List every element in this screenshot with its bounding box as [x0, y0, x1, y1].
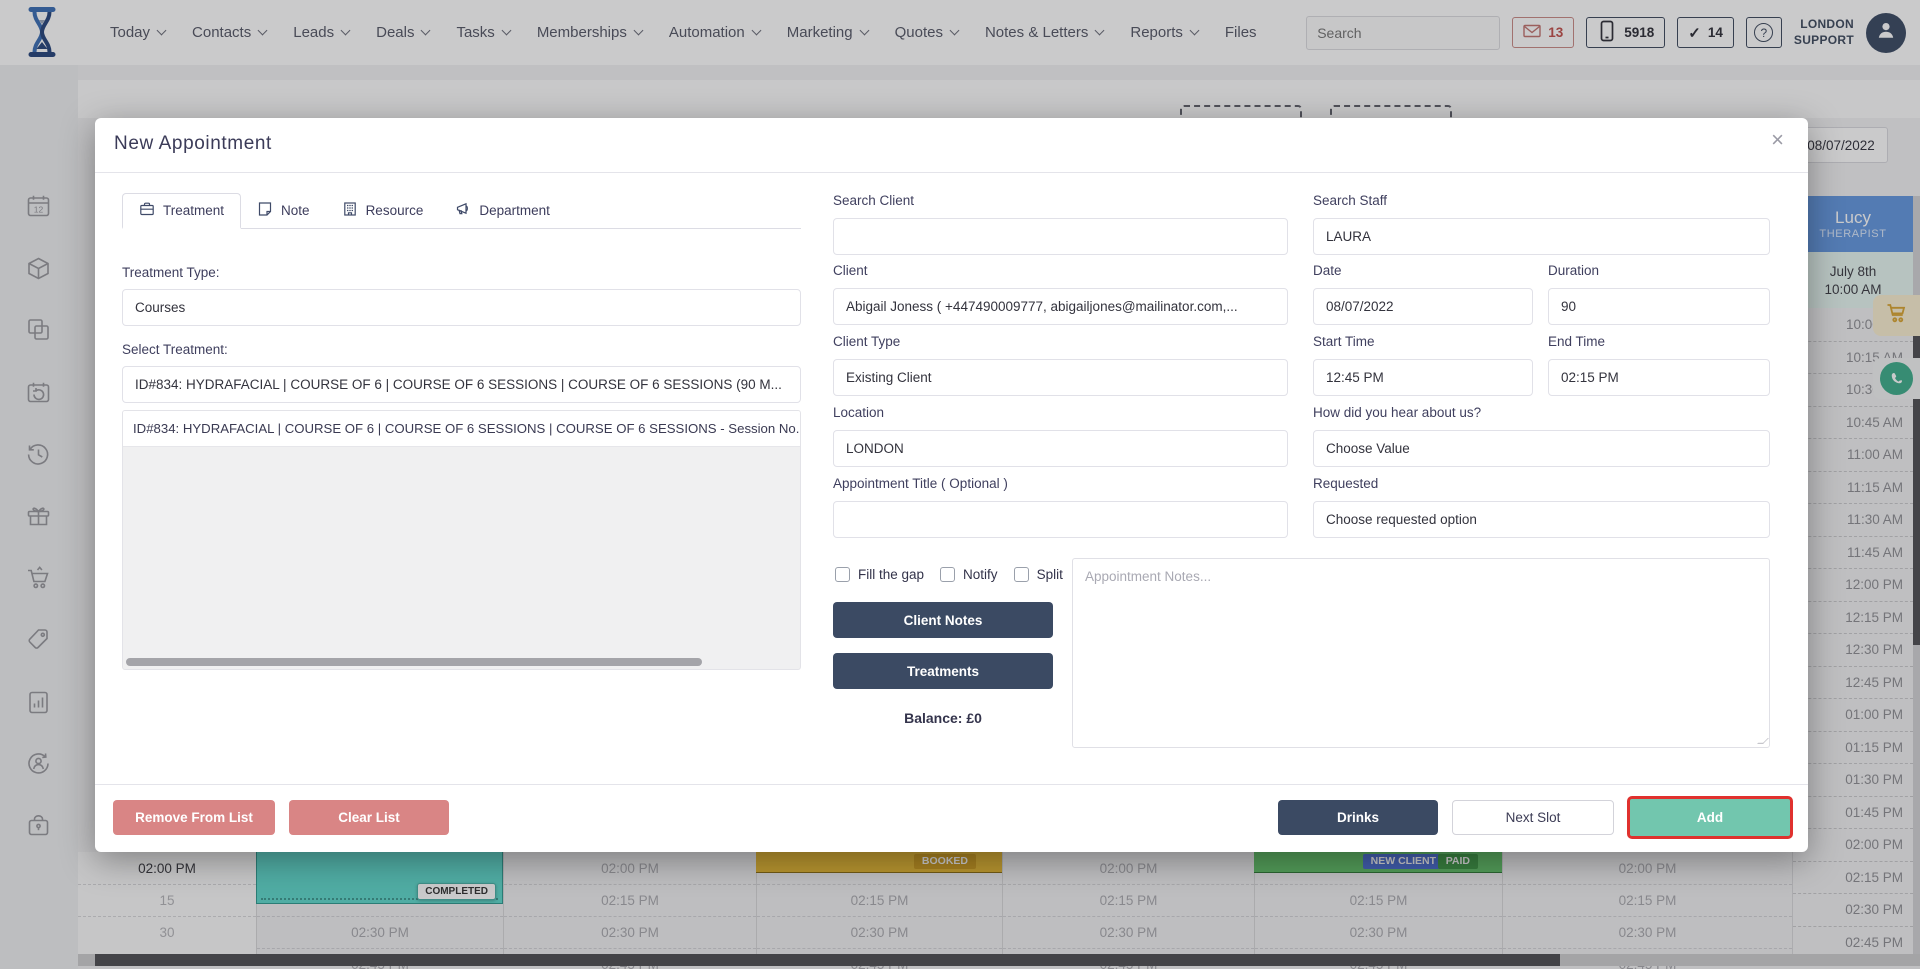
- checkbox-icon: [835, 567, 850, 582]
- treatment-type-label: Treatment Type:: [122, 265, 220, 280]
- list-scrollbar-track: [126, 658, 797, 666]
- app-screen: Today Contacts Leads Deals Tasks Members…: [0, 0, 1920, 969]
- client-type-label: Client Type: [833, 334, 900, 349]
- briefcase-icon: [139, 201, 155, 220]
- balance-text: Balance: £0: [833, 710, 1053, 726]
- date-input[interactable]: [1313, 288, 1533, 325]
- new-appointment-modal: New Appointment × Treatment Note Resourc…: [95, 118, 1808, 852]
- client-notes-button[interactable]: Client Notes: [833, 602, 1053, 638]
- tab-label: Treatment: [163, 203, 224, 218]
- start-time-label: Start Time: [1313, 334, 1375, 349]
- note-icon: [257, 201, 273, 220]
- treatments-button[interactable]: Treatments: [833, 653, 1053, 689]
- client-input[interactable]: [833, 288, 1288, 325]
- end-time-label: End Time: [1548, 334, 1605, 349]
- building-icon: [342, 201, 358, 220]
- search-client-label: Search Client: [833, 193, 914, 208]
- split-checkbox[interactable]: Split: [1014, 567, 1063, 582]
- tab-resource[interactable]: Resource: [326, 192, 440, 228]
- tab-department[interactable]: Department: [439, 192, 566, 228]
- location-label: Location: [833, 405, 884, 420]
- megaphone-icon: [455, 201, 471, 220]
- modal-footer-divider: [95, 784, 1808, 785]
- checkbox-icon: [940, 567, 955, 582]
- tab-note[interactable]: Note: [241, 192, 326, 228]
- options-row: Fill the gap Notify Split: [835, 567, 1063, 582]
- duration-label: Duration: [1548, 263, 1599, 278]
- modal-tabs: Treatment Note Resource Department: [122, 192, 801, 229]
- search-staff-input[interactable]: [1313, 218, 1770, 255]
- checkbox-label: Fill the gap: [858, 567, 924, 582]
- remove-from-list-button[interactable]: Remove From List: [113, 800, 275, 835]
- tab-label: Note: [281, 203, 310, 218]
- drinks-button[interactable]: Drinks: [1278, 800, 1438, 835]
- start-time-input[interactable]: [1313, 359, 1533, 396]
- appointment-notes-input[interactable]: [1072, 558, 1770, 748]
- clear-list-button[interactable]: Clear List: [289, 800, 449, 835]
- fill-the-gap-checkbox[interactable]: Fill the gap: [835, 567, 924, 582]
- end-time-input[interactable]: [1548, 359, 1770, 396]
- treatment-type-select[interactable]: [122, 289, 801, 326]
- modal-title: New Appointment: [114, 133, 272, 155]
- date-label: Date: [1313, 263, 1342, 278]
- tab-treatment[interactable]: Treatment: [122, 193, 241, 229]
- search-client-input[interactable]: [833, 218, 1288, 255]
- duration-input[interactable]: [1548, 288, 1770, 325]
- treatment-session-list: ID#834: HYDRAFACIAL | COURSE OF 6 | COUR…: [122, 410, 801, 670]
- appointment-title-label: Appointment Title ( Optional ): [833, 476, 1008, 491]
- hear-about-us-select[interactable]: [1313, 430, 1770, 467]
- appointment-title-input[interactable]: [833, 501, 1288, 538]
- hear-about-us-label: How did you hear about us?: [1313, 405, 1481, 420]
- checkbox-icon: [1014, 567, 1029, 582]
- close-icon[interactable]: ×: [1771, 129, 1784, 151]
- location-select[interactable]: [833, 430, 1288, 467]
- select-treatment-select[interactable]: [122, 366, 801, 403]
- checkbox-label: Split: [1037, 567, 1063, 582]
- list-horizontal-scrollbar[interactable]: [126, 658, 702, 666]
- select-treatment-label: Select Treatment:: [122, 342, 228, 357]
- next-slot-button[interactable]: Next Slot: [1452, 800, 1614, 835]
- tab-label: Resource: [366, 203, 424, 218]
- tab-label: Department: [479, 203, 550, 218]
- search-staff-label: Search Staff: [1313, 193, 1387, 208]
- client-label: Client: [833, 263, 868, 278]
- client-type-select[interactable]: [833, 359, 1288, 396]
- add-button[interactable]: Add: [1627, 796, 1793, 839]
- requested-label: Requested: [1313, 476, 1378, 491]
- modal-header-divider: [95, 172, 1808, 173]
- notify-checkbox[interactable]: Notify: [940, 567, 998, 582]
- checkbox-label: Notify: [963, 567, 998, 582]
- requested-select[interactable]: [1313, 501, 1770, 538]
- treatment-session-item[interactable]: ID#834: HYDRAFACIAL | COURSE OF 6 | COUR…: [123, 411, 800, 447]
